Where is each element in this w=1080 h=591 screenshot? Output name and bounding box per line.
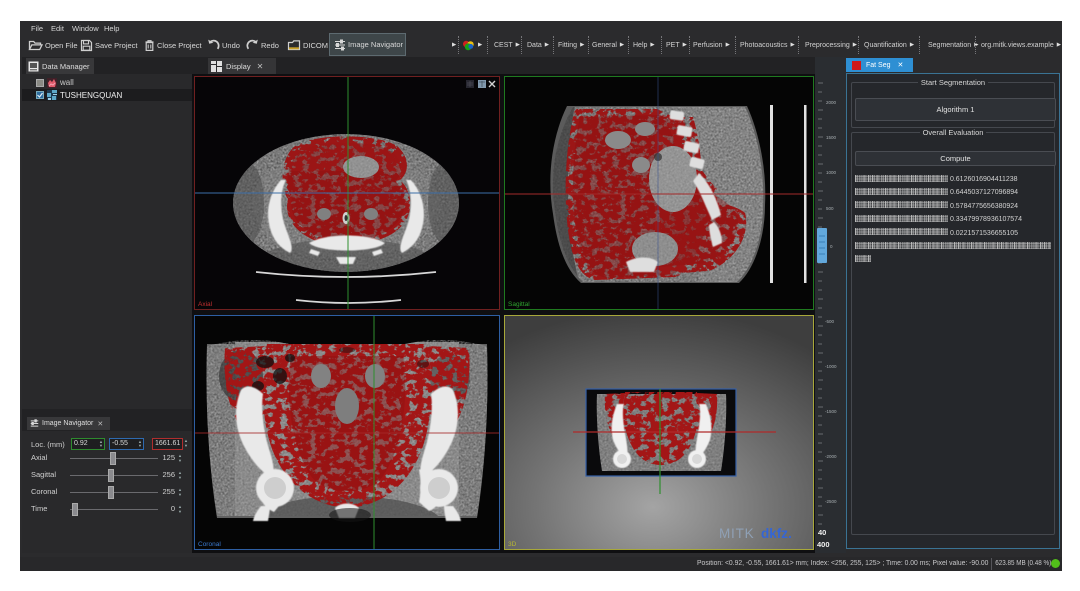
svg-text:Coronal: Coronal: [198, 541, 221, 548]
svg-text:1500: 1500: [826, 135, 837, 140]
svg-text:1000: 1000: [826, 170, 837, 175]
svg-text:40: 40: [818, 528, 826, 537]
svg-text:-500: -500: [825, 319, 835, 324]
svg-text:-2500: -2500: [825, 499, 837, 504]
svg-text:400: 400: [817, 540, 830, 549]
svg-text:2000: 2000: [826, 100, 837, 105]
svg-text:-1500: -1500: [825, 409, 837, 414]
svg-text:3D: 3D: [508, 541, 517, 548]
svg-text:dkfz.: dkfz.: [761, 526, 792, 541]
svg-text:500: 500: [826, 206, 834, 211]
svg-text:-1000: -1000: [825, 364, 837, 369]
svg-text:MITK: MITK: [719, 526, 754, 541]
svg-text:0: 0: [830, 244, 833, 249]
svg-text:Sagittal: Sagittal: [508, 301, 530, 308]
svg-text:-2000: -2000: [825, 454, 837, 459]
svg-text:Axial: Axial: [198, 301, 213, 308]
